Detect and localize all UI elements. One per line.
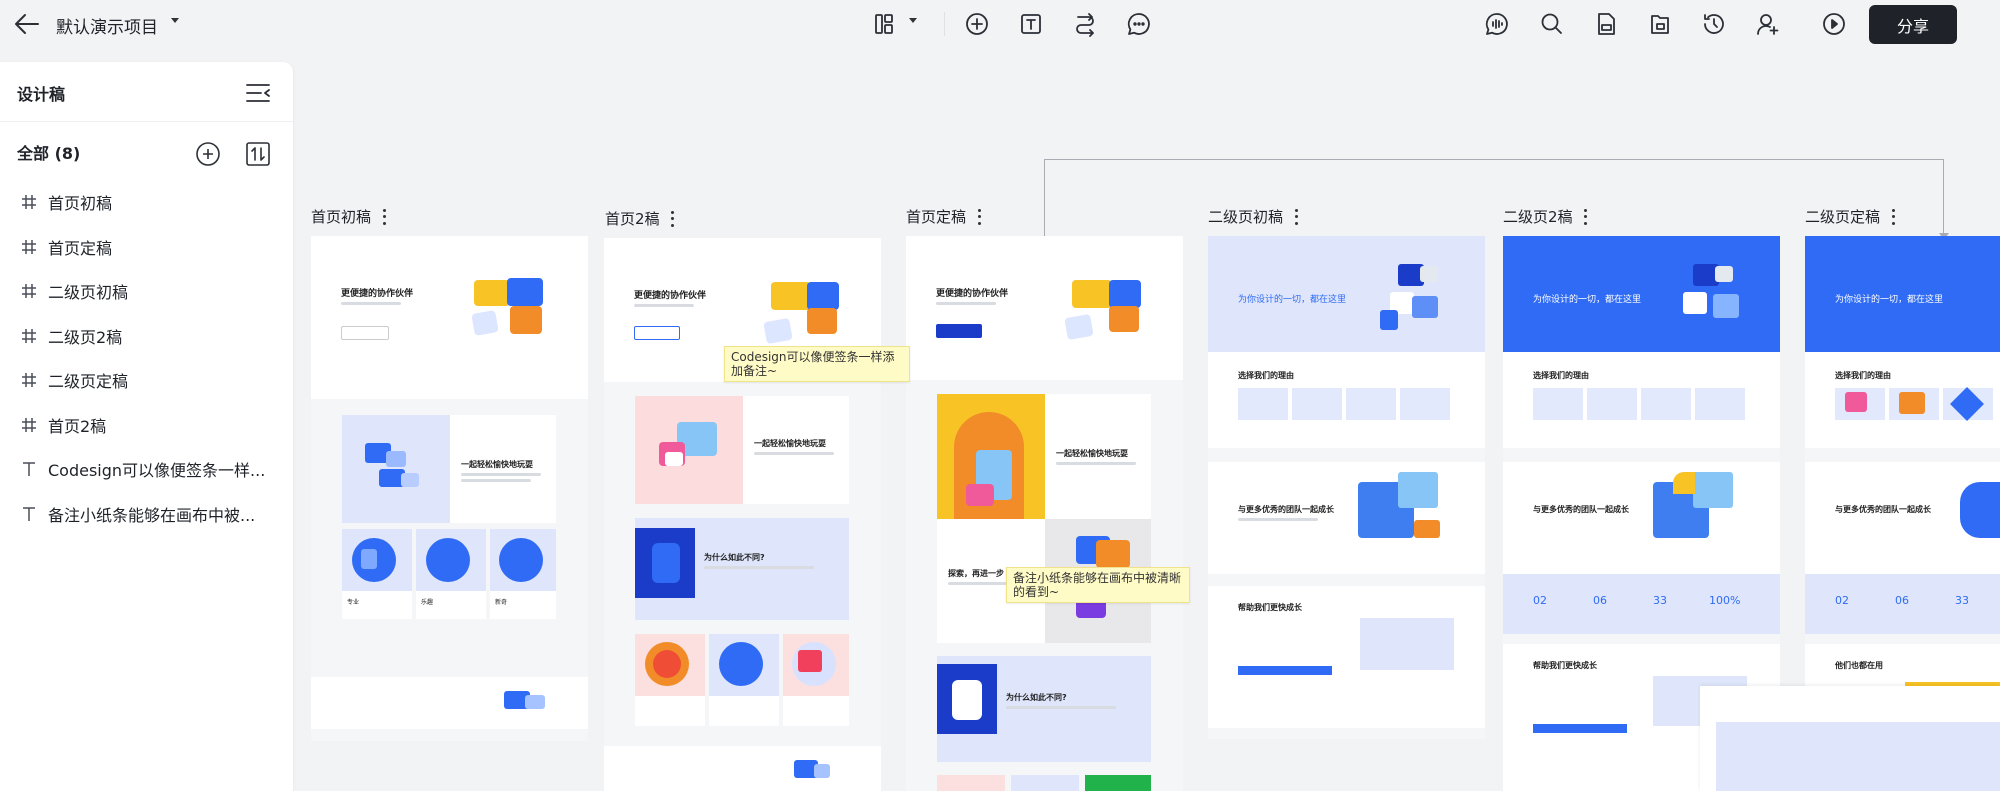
export-icon[interactable] bbox=[1646, 10, 1674, 38]
frame-label-home-draft[interactable]: 首页初稿 bbox=[311, 206, 387, 227]
history-icon[interactable] bbox=[1700, 10, 1728, 38]
back-arrow-icon[interactable] bbox=[12, 10, 42, 38]
sidebar-item-note-1[interactable]: Codesign可以像便签条一样... bbox=[0, 447, 293, 492]
share-button[interactable]: 分享 bbox=[1869, 5, 1957, 44]
sticky-note-1[interactable]: Codesign可以像便签条一样添加备注~ bbox=[724, 346, 910, 382]
frame-label-sub-draft[interactable]: 二级页初稿 bbox=[1208, 206, 1299, 227]
add-circle-icon[interactable] bbox=[963, 10, 991, 38]
toolbar-divider bbox=[944, 12, 945, 36]
section-all-count: 全部 (8) bbox=[17, 144, 81, 163]
text-tool-icon[interactable] bbox=[1017, 10, 1045, 38]
frame-home-final[interactable]: 更便捷的协作伙伴 一起轻松愉快地玩耍 探索，再进一步 为什么如此不同? bbox=[906, 236, 1183, 791]
sidebar-item-home-v2[interactable]: 首页2稿 bbox=[0, 403, 293, 448]
text-type-icon bbox=[20, 505, 38, 523]
frame-label-home-v2[interactable]: 首页2稿 bbox=[605, 208, 676, 229]
frame-sub-draft[interactable]: 为你设计的一切，都在这里 选择我们的理由 与更多优秀的团队一起成长 帮助我们更快… bbox=[1208, 236, 1485, 739]
top-toolbar: 默认演示项目 分享 bbox=[0, 0, 2000, 48]
frame-hero-title: 更便捷的协作伙伴 bbox=[341, 289, 414, 299]
frame-hash-icon bbox=[20, 238, 38, 256]
frame-home-draft-body: 一起轻松愉快地玩耍 专业 乐趣 新奇 bbox=[311, 399, 588, 741]
flow-connector-line bbox=[1044, 159, 1944, 239]
connector-tool-icon[interactable] bbox=[1071, 10, 1099, 38]
project-menu-caret-icon[interactable] bbox=[171, 18, 179, 23]
collapse-sidebar-icon[interactable] bbox=[244, 81, 272, 105]
frame-hash-icon bbox=[20, 416, 38, 434]
project-title[interactable]: 默认演示项目 bbox=[56, 13, 158, 38]
more-icon[interactable] bbox=[1583, 208, 1589, 225]
sort-icon[interactable] bbox=[245, 141, 271, 167]
frame-hash-icon bbox=[20, 282, 38, 300]
frame-home-draft[interactable]: 更便捷的协作伙伴 bbox=[311, 236, 588, 399]
layout-dropdown-caret-icon[interactable] bbox=[909, 18, 917, 23]
more-icon[interactable] bbox=[381, 208, 387, 225]
sidebar-title: 设计稿 bbox=[17, 85, 66, 104]
document-icon[interactable] bbox=[1592, 10, 1620, 38]
add-frame-icon[interactable] bbox=[195, 141, 221, 167]
sidebar-item-sub-draft[interactable]: 二级页初稿 bbox=[0, 269, 293, 314]
sticky-note-2[interactable]: 备注小纸条能够在画布中被清晰的看到~ bbox=[1006, 567, 1190, 603]
more-icon[interactable] bbox=[1890, 208, 1896, 225]
play-icon[interactable] bbox=[1820, 10, 1848, 38]
text-type-icon bbox=[20, 460, 38, 478]
more-icon[interactable] bbox=[1293, 208, 1299, 225]
frame-label-home-final[interactable]: 首页定稿 bbox=[906, 206, 982, 227]
frame-label-sub-final[interactable]: 二级页定稿 bbox=[1805, 206, 1896, 227]
more-icon[interactable] bbox=[976, 208, 982, 225]
design-canvas[interactable]: 首页初稿 首页2稿 首页定稿 二级页初稿 二级页2稿 二级页定稿 更便捷的协作伙… bbox=[0, 48, 2000, 791]
sidebar-item-sub-final[interactable]: 二级页定稿 bbox=[0, 358, 293, 403]
sidebar-header: 设计稿 bbox=[0, 62, 293, 122]
sidebar-item-home-draft[interactable]: 首页初稿 bbox=[0, 180, 293, 225]
frame-hash-icon bbox=[20, 327, 38, 345]
add-user-icon[interactable] bbox=[1754, 10, 1782, 38]
search-icon[interactable] bbox=[1538, 10, 1566, 38]
more-icon[interactable] bbox=[670, 210, 676, 227]
sidebar-item-home-final[interactable]: 首页定稿 bbox=[0, 225, 293, 270]
frame-label-sub-v2[interactable]: 二级页2稿 bbox=[1503, 206, 1589, 227]
frame-list: 首页初稿 首页定稿 二级页初稿 二级页2稿 二级页定稿 首页2稿 Codesig… bbox=[0, 180, 293, 536]
comment-icon[interactable] bbox=[1125, 10, 1153, 38]
design-sidebar: 设计稿 全部 (8) 首页初稿 首页定稿 二级页初稿 二级页2稿 二级页定稿 首… bbox=[0, 62, 293, 791]
frame-hash-icon bbox=[20, 371, 38, 389]
sidebar-item-sub-v2[interactable]: 二级页2稿 bbox=[0, 314, 293, 359]
minimap-panel[interactable] bbox=[1700, 686, 2000, 791]
voice-icon[interactable] bbox=[1483, 10, 1511, 38]
frame-hash-icon bbox=[20, 193, 38, 211]
sidebar-item-note-2[interactable]: 备注小纸条能够在画布中被... bbox=[0, 492, 293, 537]
layout-icon[interactable] bbox=[870, 10, 898, 38]
frame-home-v2[interactable]: 更便捷的协作伙伴 一起轻松愉快地玩耍 为什么如此不同? bbox=[604, 238, 881, 791]
